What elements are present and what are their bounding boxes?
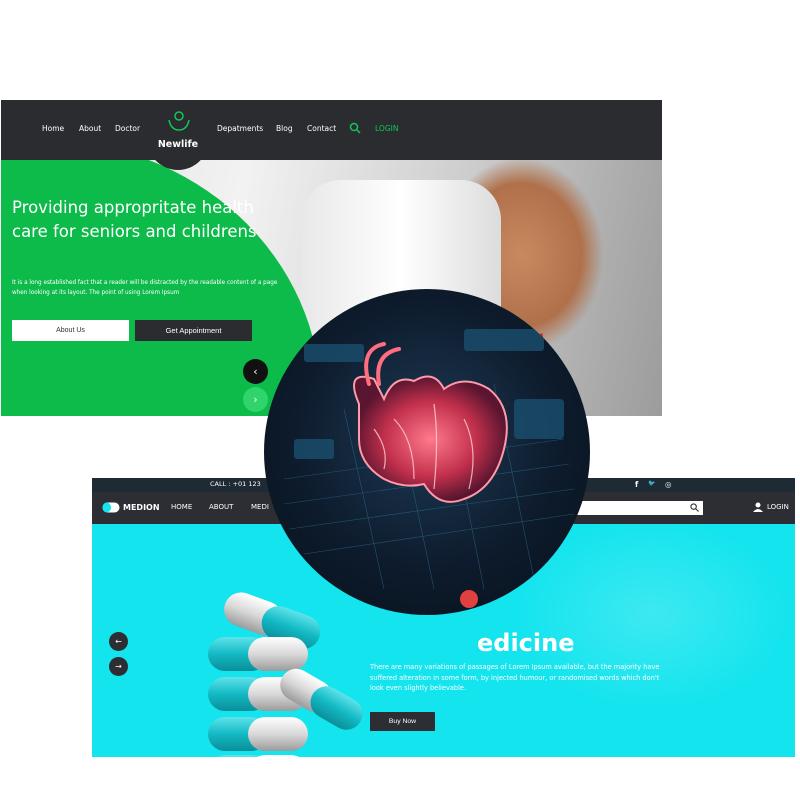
nav-home[interactable]: HOME bbox=[171, 503, 192, 511]
slider-prev-button[interactable]: ← bbox=[109, 632, 128, 651]
facebook-icon[interactable]: f bbox=[635, 480, 638, 489]
capsules-image bbox=[208, 592, 363, 757]
pill-logo-icon[interactable] bbox=[102, 502, 120, 513]
newlife-navbar: Home About Doctor Depatments Blog Contac… bbox=[1, 100, 662, 160]
heart-hologram-image bbox=[264, 289, 590, 615]
search-icon[interactable] bbox=[349, 122, 361, 134]
search-icon[interactable] bbox=[690, 503, 699, 512]
nav-about[interactable]: ABOUT bbox=[209, 503, 233, 511]
get-appointment-button[interactable]: Get Appointment bbox=[135, 320, 252, 341]
nav-login[interactable]: LOGIN bbox=[375, 124, 398, 133]
caring-hands-icon[interactable] bbox=[167, 110, 191, 132]
nav-blog[interactable]: Blog bbox=[276, 124, 293, 133]
about-us-button[interactable]: About Us bbox=[12, 320, 129, 341]
hero-title: Providing appropritate health care for s… bbox=[12, 198, 257, 241]
user-icon[interactable] bbox=[753, 502, 763, 512]
nav-doctor[interactable]: Doctor bbox=[115, 124, 140, 133]
call-info[interactable]: CALL : +01 123 bbox=[210, 480, 261, 488]
logo-text[interactable]: Newlife bbox=[150, 139, 206, 150]
hero-description: It is a long established fact that a rea… bbox=[12, 280, 278, 296]
nav-about[interactable]: About bbox=[79, 124, 101, 133]
nav-home[interactable]: Home bbox=[42, 124, 64, 133]
slider-next-button[interactable]: → bbox=[109, 657, 128, 676]
buy-now-button[interactable]: Buy Now bbox=[370, 712, 435, 731]
login-link[interactable]: LOGIN bbox=[767, 503, 789, 511]
instagram-icon[interactable]: ◎ bbox=[665, 480, 672, 489]
heart-icon bbox=[283, 329, 575, 608]
nav-contact[interactable]: Contact bbox=[307, 124, 336, 133]
nav-departments[interactable]: Depatments bbox=[217, 124, 263, 133]
twitter-icon[interactable]: 🐦 bbox=[648, 480, 655, 487]
medion-logo-text[interactable]: MEDION bbox=[123, 503, 160, 512]
hero-description: There are many variations of passages of… bbox=[370, 663, 660, 692]
hero-heading: edicine bbox=[477, 629, 575, 657]
